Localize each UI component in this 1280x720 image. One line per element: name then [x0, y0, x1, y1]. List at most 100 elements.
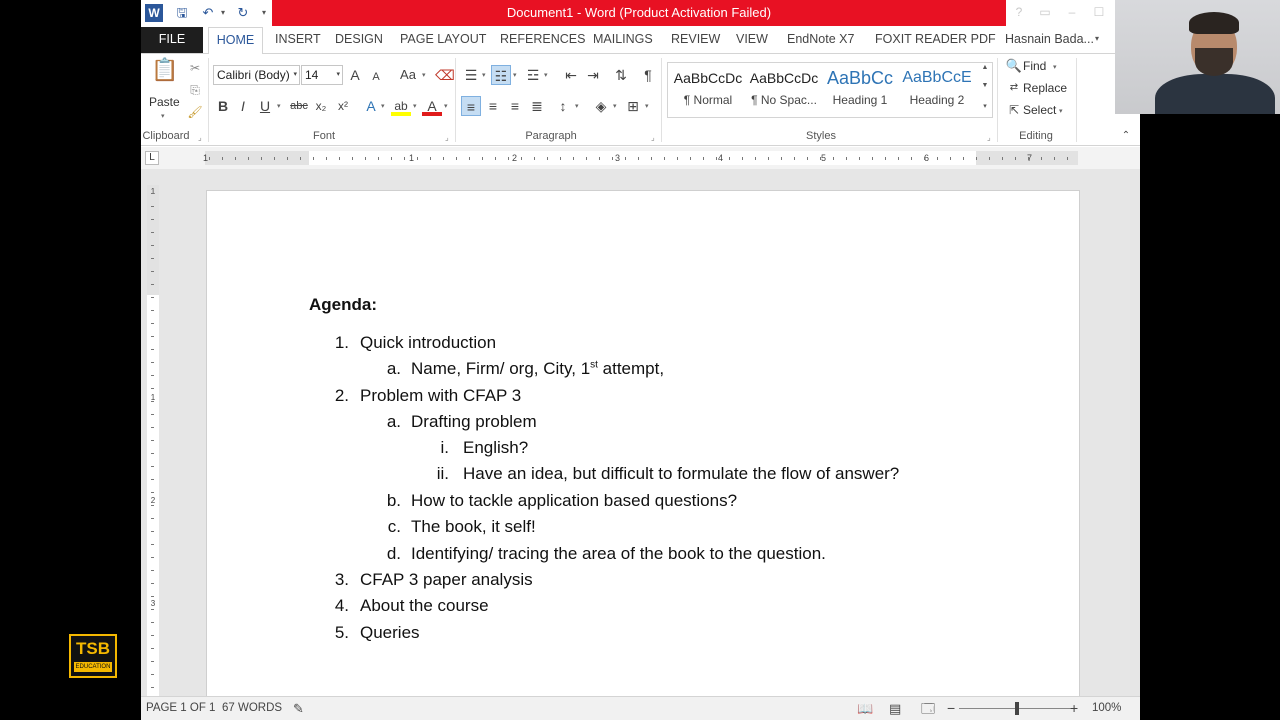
font-family-dropdown-icon[interactable]: ▾: [293, 66, 297, 84]
format-painter-icon[interactable]: 🖌: [185, 102, 205, 122]
list-item[interactable]: Drafting problem: [411, 412, 537, 432]
select-icon[interactable]: ⇱: [1004, 100, 1024, 120]
zoom-slider-thumb[interactable]: [1015, 702, 1019, 715]
minimize-icon[interactable]: –: [1062, 3, 1082, 21]
decrease-indent-icon[interactable]: ⇤: [561, 65, 581, 85]
zoom-out-icon[interactable]: −: [947, 697, 955, 720]
superscript-button[interactable]: x²: [333, 96, 353, 116]
list-item[interactable]: CFAP 3 paper analysis: [360, 570, 533, 590]
text-effects-dropdown-icon[interactable]: ▾: [381, 102, 385, 110]
qat-customize-icon[interactable]: ▾: [262, 4, 266, 22]
tab-file[interactable]: FILE: [141, 27, 203, 53]
underline-button[interactable]: U: [255, 96, 275, 116]
cut-icon[interactable]: ✂: [185, 58, 205, 78]
list-item[interactable]: English?: [463, 438, 528, 458]
align-center-icon[interactable]: ≡: [483, 96, 503, 116]
read-mode-icon[interactable]: 📖: [857, 697, 873, 720]
document-content[interactable]: Agenda: 1. Quick introduction a. Name, F…: [207, 191, 1081, 711]
zoom-in-icon[interactable]: +: [1070, 697, 1078, 720]
list-item[interactable]: Identifying/ tracing the area of the boo…: [411, 544, 826, 564]
shrink-font-button[interactable]: A: [366, 67, 386, 87]
tab-home[interactable]: HOME: [208, 27, 263, 54]
line-spacing-icon[interactable]: ↕: [553, 96, 573, 116]
save-icon[interactable]: 🖫: [173, 4, 191, 22]
replace-icon[interactable]: ⇄: [1004, 78, 1024, 98]
grow-font-button[interactable]: A: [345, 65, 365, 85]
font-launcher-icon[interactable]: ⌟: [445, 133, 449, 142]
list-item[interactable]: Quick introduction: [360, 333, 496, 353]
strikethrough-button[interactable]: abc: [287, 96, 311, 116]
font-color-icon[interactable]: A: [422, 96, 442, 116]
print-layout-icon[interactable]: ▤: [889, 697, 901, 720]
agenda-heading[interactable]: Agenda:: [309, 295, 377, 315]
change-case-button[interactable]: Aa: [395, 65, 421, 85]
borders-icon[interactable]: ⊞: [623, 96, 643, 116]
bullets-icon[interactable]: ☰: [461, 65, 481, 85]
tab-review[interactable]: REVIEW: [671, 27, 720, 53]
tab-stop-selector-icon[interactable]: L: [145, 151, 159, 165]
select-button[interactable]: Select: [1023, 103, 1056, 117]
paragraph-launcher-icon[interactable]: ⌟: [651, 133, 655, 142]
vertical-ruler[interactable]: 1123: [147, 185, 159, 696]
align-right-icon[interactable]: ≡: [505, 96, 525, 116]
bullets-dropdown-icon[interactable]: ▾: [482, 71, 486, 79]
list-item[interactable]: Problem with CFAP 3: [360, 386, 521, 406]
underline-dropdown-icon[interactable]: ▾: [277, 102, 281, 110]
find-icon[interactable]: 🔍: [1004, 56, 1024, 76]
zoom-level[interactable]: 100%: [1092, 697, 1121, 720]
tab-page-layout[interactable]: PAGE LAYOUT: [400, 27, 486, 53]
multilevel-list-icon[interactable]: ☲: [523, 65, 543, 85]
line-spacing-dropdown-icon[interactable]: ▾: [575, 102, 579, 110]
select-dropdown-icon[interactable]: ▾: [1059, 107, 1063, 115]
list-item[interactable]: The book, it self!: [411, 517, 536, 537]
list-item[interactable]: How to tackle application based question…: [411, 491, 737, 511]
tab-view[interactable]: VIEW: [736, 27, 768, 53]
style-normal[interactable]: AaBbCcDc ¶ Normal: [669, 65, 747, 115]
document-page[interactable]: Agenda: 1. Quick introduction a. Name, F…: [206, 190, 1080, 710]
justify-icon[interactable]: ≣: [527, 96, 547, 116]
clipboard-launcher-icon[interactable]: ⌟: [198, 133, 202, 142]
subscript-button[interactable]: x₂: [311, 96, 331, 116]
copy-icon[interactable]: ⎘: [185, 80, 205, 100]
paste-dropdown-icon[interactable]: ▾: [161, 112, 165, 120]
list-item[interactable]: Name, Firm/ org, City, 1st attempt,: [411, 359, 664, 379]
maximize-icon[interactable]: ☐: [1089, 3, 1109, 21]
numbering-icon[interactable]: ☷: [491, 65, 511, 85]
web-layout-icon[interactable]: 🗔: [921, 697, 935, 720]
undo-dropdown-icon[interactable]: ▾: [221, 4, 225, 22]
list-item[interactable]: Have an idea, but difficult to formulate…: [463, 464, 899, 484]
tab-insert[interactable]: INSERT: [275, 27, 321, 53]
shading-dropdown-icon[interactable]: ▾: [613, 102, 617, 110]
multilevel-dropdown-icon[interactable]: ▾: [544, 71, 548, 79]
tab-mailings[interactable]: MAILINGS: [593, 27, 653, 53]
word-count[interactable]: 67 WORDS: [222, 697, 282, 720]
align-left-icon[interactable]: ≡: [461, 96, 481, 116]
clear-formatting-icon[interactable]: ⌫: [435, 65, 455, 85]
proofing-icon[interactable]: ✎: [293, 697, 304, 720]
change-case-dropdown-icon[interactable]: ▾: [422, 71, 426, 79]
styles-scroll-down-icon[interactable]: ▼: [979, 82, 991, 89]
style-heading-2[interactable]: AaBbCcE Heading 2: [898, 65, 976, 115]
font-size-dropdown-icon[interactable]: ▾: [336, 66, 340, 84]
user-dropdown-icon[interactable]: ▾: [1095, 27, 1099, 51]
tab-foxit[interactable]: FOXIT READER PDF: [875, 27, 996, 53]
page-count[interactable]: PAGE 1 OF 1: [146, 697, 215, 720]
styles-launcher-icon[interactable]: ⌟: [987, 133, 991, 142]
list-item[interactable]: About the course: [360, 596, 489, 616]
tab-design[interactable]: DESIGN: [335, 27, 383, 53]
tab-endnote[interactable]: EndNote X7: [787, 27, 854, 53]
font-size-select[interactable]: 14 ▾: [301, 65, 343, 85]
collapse-ribbon-icon[interactable]: ⌃: [1116, 126, 1136, 146]
styles-scroll-up-icon[interactable]: ▲: [979, 64, 991, 71]
text-effects-icon[interactable]: A: [361, 96, 381, 116]
shading-icon[interactable]: ◈: [591, 96, 611, 116]
help-button[interactable]: ?: [1009, 3, 1029, 21]
italic-button[interactable]: I: [233, 96, 253, 116]
style-heading-1[interactable]: AaBbCc Heading 1: [821, 65, 899, 115]
paste-button[interactable]: Paste: [149, 95, 180, 109]
bold-button[interactable]: B: [213, 96, 233, 116]
borders-dropdown-icon[interactable]: ▾: [645, 102, 649, 110]
user-account[interactable]: Hasnain Bada...: [1005, 27, 1094, 53]
horizontal-ruler[interactable]: 11234567: [203, 151, 1078, 165]
redo-icon[interactable]: ↻: [234, 4, 252, 22]
